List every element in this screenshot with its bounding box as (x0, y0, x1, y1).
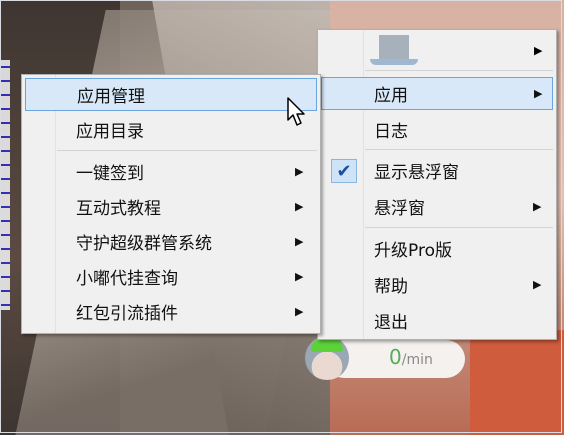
apps-submenu: 应用管理 应用目录 一键签到 ▶ 互动式教程 ▶ 守护超级群管系统 ▶ 小嘟代挂… (21, 74, 321, 334)
avatar-hat-icon (311, 338, 343, 352)
header-submenu-arrow-icon[interactable]: ▶ (534, 44, 542, 57)
menu-item-apps[interactable]: 应用 ▶ (321, 77, 553, 110)
rate-unit: /min (401, 352, 433, 368)
menu-item-float-window-label: 悬浮窗 (374, 199, 425, 219)
submenu-item-group-guard-label: 守护超级群管系统 (76, 234, 212, 254)
chevron-right-icon: ▶ (295, 200, 304, 213)
menu-item-help-label: 帮助 (374, 277, 408, 297)
mouse-cursor-icon (287, 97, 305, 126)
menu-item-upgrade-pro-label: 升级Pro版 (374, 241, 452, 261)
chevron-right-icon: ▶ (295, 270, 304, 283)
menu-item-show-float-window-label: 显示悬浮窗 (374, 163, 459, 183)
app-logo-bar (379, 35, 409, 59)
submenu-item-group-guard[interactable]: 守护超级群管系统 ▶ (25, 225, 317, 258)
chevron-right-icon: ▶ (295, 305, 304, 318)
submenu-item-proxy-query-label: 小嘟代挂查询 (76, 269, 178, 289)
app-logo-icon (366, 32, 422, 70)
submenu-item-one-click-checkin[interactable]: 一键签到 ▶ (25, 155, 317, 188)
menu-item-exit[interactable]: 退出 (321, 304, 553, 337)
menu-item-help[interactable]: 帮助 ▶ (321, 268, 553, 301)
submenu-item-red-packet-plugin-label: 红包引流插件 (76, 304, 178, 324)
floating-widget[interactable]: 0/min (305, 336, 465, 380)
chevron-right-icon: ▶ (533, 278, 542, 291)
submenu-item-proxy-query[interactable]: 小嘟代挂查询 ▶ (25, 260, 317, 293)
submenu-item-one-click-checkin-label: 一键签到 (76, 164, 144, 184)
submenu-item-red-packet-plugin[interactable]: 红包引流插件 ▶ (25, 295, 317, 328)
chevron-right-icon: ▶ (295, 235, 304, 248)
main-context-menu: ▶ 应用 ▶ 日志 ✔ 显示悬浮窗 悬浮窗 ▶ 升级Pro版 帮助 ▶ 退出 (317, 29, 557, 340)
menu-separator (57, 150, 317, 151)
menu-item-show-float-window[interactable]: ✔ 显示悬浮窗 (321, 154, 553, 187)
submenu-item-interactive-tutorial[interactable]: 互动式教程 ▶ (25, 190, 317, 223)
chevron-right-icon: ▶ (533, 200, 542, 213)
submenu-item-app-directory-label: 应用目录 (76, 122, 144, 142)
app-logo-base (370, 59, 418, 65)
checkmark-icon: ✔ (331, 159, 357, 183)
menu-separator (365, 227, 553, 228)
rate-value: 0 (389, 345, 402, 369)
menu-item-log-label: 日志 (374, 122, 408, 142)
submenu-item-app-management-label: 应用管理 (77, 87, 145, 107)
submenu-item-app-management[interactable]: 应用管理 (25, 78, 317, 111)
menu-item-log[interactable]: 日志 (321, 113, 553, 146)
chevron-right-icon: ▶ (534, 87, 543, 100)
submenu-item-app-directory[interactable]: 应用目录 (25, 113, 317, 146)
submenu-item-interactive-tutorial-label: 互动式教程 (76, 199, 161, 219)
menu-item-upgrade-pro[interactable]: 升级Pro版 (321, 232, 553, 265)
menu-item-apps-label: 应用 (374, 86, 408, 106)
avatar[interactable] (305, 336, 349, 380)
rate-readout: 0/min (389, 345, 433, 369)
menu-item-exit-label: 退出 (374, 313, 408, 333)
chevron-right-icon: ▶ (295, 165, 304, 178)
menu-separator (365, 149, 553, 150)
menu-item-float-window[interactable]: 悬浮窗 ▶ (321, 190, 553, 223)
menu-separator (365, 70, 553, 71)
